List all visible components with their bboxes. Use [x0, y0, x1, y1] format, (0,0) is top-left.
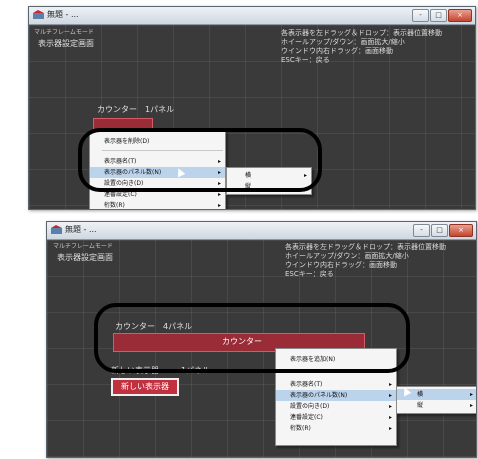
title-bar[interactable]: 無題 - ... - □ × [47, 222, 476, 240]
submenu-horizontal-label: 横 [417, 391, 424, 398]
window-title: 無題 - ... [47, 10, 79, 19]
menu-display-name[interactable]: 表示器名(T) ▸ [276, 379, 396, 390]
mode-label: マルチフレームモード [53, 243, 113, 250]
new-display-box[interactable]: 新しい表示器 [111, 378, 179, 396]
close-button[interactable]: × [448, 9, 472, 22]
chevron-right-icon: ▸ [388, 381, 392, 388]
close-button[interactable]: × [449, 224, 473, 237]
menu-serial-setting[interactable]: 連番設定(C) ▸ [276, 412, 396, 423]
chevron-right-icon: ▸ [217, 202, 221, 209]
highlight-oval-top [78, 128, 322, 192]
menu-panel-count-label: 表示器のパネル数(N) [290, 392, 348, 399]
help-line-3: ウインドウ内右ドラッグ：画面移動 [281, 47, 393, 55]
help-line-2: ホイールアップ/ダウン：画面拡大/縮小 [281, 38, 405, 46]
menu-orientation-label: 設置の向き(D) [290, 403, 330, 410]
menu-digits[interactable]: 桁数(R) ▸ [90, 200, 225, 209]
help-line-2: ホイールアップ/ダウン：画面拡大/縮小 [285, 252, 409, 260]
window-title: 無題 - ... [65, 225, 97, 234]
screen-heading: 表示器設定画面 [57, 253, 113, 262]
panel-label: カウンター 1パネル [97, 105, 175, 114]
screen-heading: 表示器設定画面 [38, 39, 94, 48]
help-line-1: 各表示器を左ドラッグ＆ドロップ：表示器位置移動 [285, 243, 446, 251]
maximize-button[interactable]: □ [430, 9, 447, 22]
menu-serial-setting-label: 連番設定(C) [290, 414, 323, 421]
chevron-right-icon: ▸ [388, 403, 392, 410]
chevron-right-icon: ▸ [388, 425, 392, 432]
maximize-button[interactable]: □ [431, 224, 448, 237]
chevron-right-icon: ▸ [469, 391, 473, 398]
help-line-4: ESCキー：戻る [281, 56, 330, 64]
chevron-right-icon: ▸ [469, 402, 473, 409]
help-line-4: ESCキー：戻る [285, 270, 334, 278]
menu-digits-label: 桁数(R) [290, 425, 311, 432]
help-line-1: 各表示器を左ドラッグ＆ドロップ：表示器位置移動 [281, 29, 442, 37]
app-icon [33, 10, 44, 19]
menu-serial-setting-label: 連番設定(C) [104, 191, 137, 198]
app-icon [51, 225, 62, 234]
mode-label: マルチフレームモード [34, 29, 94, 36]
menu-digits-label: 桁数(R) [104, 202, 125, 209]
help-line-3: ウインドウ内右ドラッグ：画面移動 [285, 261, 397, 269]
menu-panel-count[interactable]: 表示器のパネル数(N) ▸ [276, 390, 396, 401]
menu-digits[interactable]: 桁数(R) ▸ [276, 423, 396, 434]
chevron-right-icon: ▸ [388, 414, 392, 421]
submenu-vertical-label: 縦 [417, 402, 424, 409]
minimize-button[interactable]: - [413, 224, 430, 237]
submenu-vertical[interactable]: 縦 ▸ [397, 400, 476, 411]
title-bar[interactable]: 無題 - ... - □ × [29, 7, 475, 25]
chevron-right-icon: ▸ [388, 392, 392, 399]
menu-orientation[interactable]: 設置の向き(D) ▸ [276, 401, 396, 412]
highlight-oval-bottom [94, 303, 410, 373]
menu-display-name-label: 表示器名(T) [290, 381, 323, 388]
minimize-button[interactable]: - [412, 9, 429, 22]
